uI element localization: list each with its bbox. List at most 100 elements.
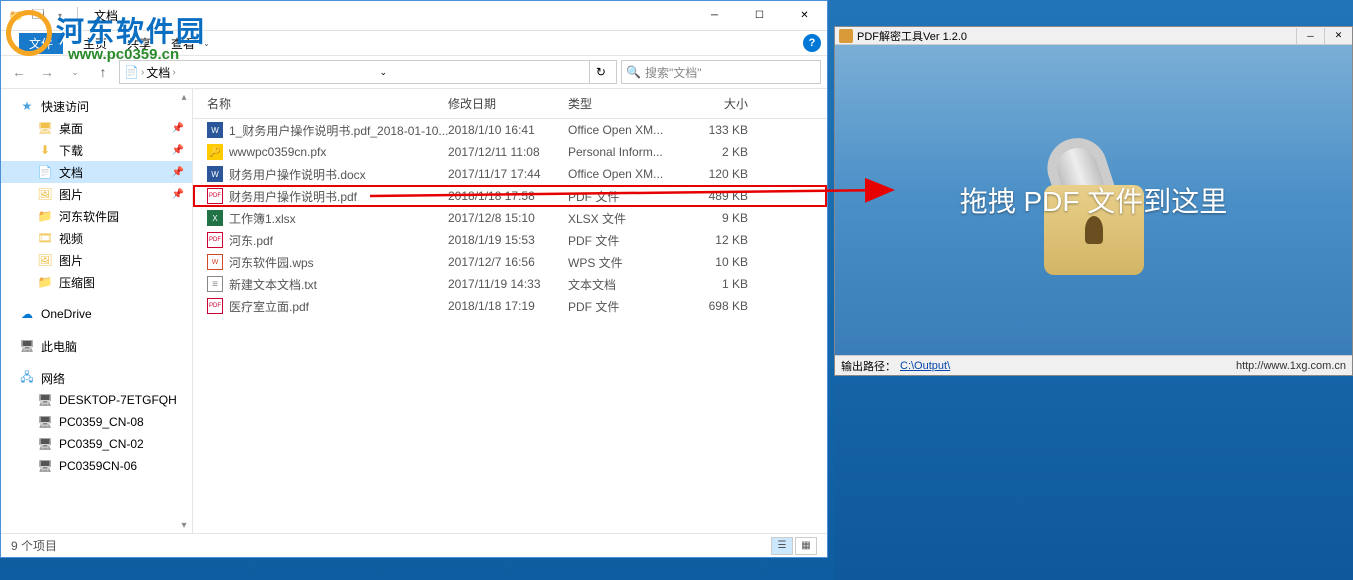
file-icon: W <box>207 254 223 270</box>
view-icons-button[interactable]: ▦ <box>795 537 817 555</box>
cloud-icon: ☁ <box>19 306 35 322</box>
pin-icon: 📌 <box>172 189 184 200</box>
chevron-icon[interactable]: › <box>172 67 175 78</box>
window-title: 文档 <box>94 7 118 24</box>
tab-home[interactable]: 主页 <box>83 35 107 52</box>
titlebar[interactable]: 📁 🗔 ▾ 文档 ─ ☐ ✕ <box>1 1 827 31</box>
tab-share[interactable]: 共享 <box>127 35 151 52</box>
pdf-window-title: PDF解密工具Ver 1.2.0 <box>857 28 967 44</box>
pdf-close-button[interactable]: ✕ <box>1324 28 1352 44</box>
tab-view[interactable]: 查看 <box>171 35 195 52</box>
sidebar-onedrive[interactable]: ☁ OneDrive <box>1 303 192 325</box>
file-icon: PDF <box>207 298 223 314</box>
lock-icon <box>839 29 853 43</box>
sidebar-item[interactable]: 🖼图片 <box>1 249 192 271</box>
file-row[interactable]: ≡新建文本文档.txt2017/11/19 14:33文本文档1 KB <box>193 273 827 295</box>
folder-icon: 🎞 <box>37 230 53 246</box>
breadcrumb[interactable]: 文档 <box>146 64 170 81</box>
pdf-drop-zone[interactable]: 拖拽 PDF 文件到这里 <box>835 45 1352 355</box>
pc-icon: 🖥 <box>19 338 35 354</box>
file-icon: 🔑 <box>207 144 223 160</box>
pc-icon: 🖥 <box>37 392 53 408</box>
col-date[interactable]: 修改日期 <box>448 95 568 112</box>
view-details-button[interactable]: ☰ <box>771 537 793 555</box>
scroll-down-icon[interactable]: ▾ <box>176 517 192 533</box>
pin-icon: 📌 <box>172 167 184 178</box>
folder-icon: 📁 <box>37 274 53 290</box>
file-row[interactable]: W财务用户操作说明书.docx2017/11/17 17:44Office Op… <box>193 163 827 185</box>
ribbon-expand-icon[interactable]: ⌄ <box>203 39 210 48</box>
refresh-icon[interactable]: ↻ <box>589 61 612 83</box>
star-icon: ★ <box>19 98 35 114</box>
sidebar-network[interactable]: 🖧 网络 <box>1 367 192 389</box>
recent-dropdown-icon[interactable]: ⌄ <box>63 60 87 84</box>
folder-icon: 🖼 <box>37 186 53 202</box>
search-input[interactable]: 🔍 搜索"文档" <box>621 60 821 84</box>
folder-icon: 📁 <box>37 208 53 224</box>
search-placeholder: 搜索"文档" <box>645 64 702 81</box>
explorer-window: 📁 🗔 ▾ 文档 ─ ☐ ✕ 文件 主页 共享 查看 ⌄ ? ← → ⌄ ↑ 📄… <box>0 0 828 558</box>
file-row[interactable]: PDF医疗室立面.pdf2018/1/18 17:19PDF 文件698 KB <box>193 295 827 317</box>
address-dropdown-icon[interactable]: ⌄ <box>374 61 394 83</box>
address-row: ← → ⌄ ↑ 📄 › 文档 › ⌄ ↻ 🔍 搜索"文档" <box>1 55 827 89</box>
ribbon-tabs: 文件 主页 共享 查看 ⌄ ? <box>1 31 827 55</box>
scroll-up-icon[interactable]: ▴ <box>176 89 192 105</box>
pc-icon: 🖥 <box>37 458 53 474</box>
forward-button[interactable]: → <box>35 60 59 84</box>
file-icon: PDF <box>207 232 223 248</box>
file-row[interactable]: 🔑wwwpc0359cn.pfx2017/12/11 11:08Personal… <box>193 141 827 163</box>
sidebar-item[interactable]: 📁河东软件园 <box>1 205 192 227</box>
pdf-titlebar[interactable]: PDF解密工具Ver 1.2.0 ─ ✕ <box>835 27 1352 45</box>
sidebar-network-item[interactable]: 🖥PC0359_CN-02 <box>1 433 192 455</box>
maximize-button[interactable]: ☐ <box>737 1 782 29</box>
folder-icon: 📁 <box>7 7 25 25</box>
qat-icon[interactable]: 🗔 <box>29 7 47 25</box>
sidebar-item[interactable]: 🖼图片📌 <box>1 183 192 205</box>
up-button[interactable]: ↑ <box>91 60 115 84</box>
sidebar-item[interactable]: 🎞视频 <box>1 227 192 249</box>
file-row[interactable]: PDF河东.pdf2018/1/19 15:53PDF 文件12 KB <box>193 229 827 251</box>
help-icon[interactable]: ? <box>803 34 821 52</box>
pc-icon: 🖥 <box>37 414 53 430</box>
chevron-icon[interactable]: › <box>141 67 144 78</box>
folder-icon: 📄 <box>37 164 53 180</box>
qat-dropdown-icon[interactable]: ▾ <box>51 7 69 25</box>
sidebar-network-item[interactable]: 🖥PC0359CN-06 <box>1 455 192 477</box>
col-size[interactable]: 大小 <box>688 95 778 112</box>
back-button[interactable]: ← <box>7 60 31 84</box>
sidebar-item[interactable]: 🖥桌面📌 <box>1 117 192 139</box>
address-bar[interactable]: 📄 › 文档 › ⌄ ↻ <box>119 60 617 84</box>
folder-icon: ⬇ <box>37 142 53 158</box>
file-icon: ≡ <box>207 276 223 292</box>
col-name[interactable]: 名称 <box>193 95 448 112</box>
file-row[interactable]: W河东软件园.wps2017/12/7 16:56WPS 文件10 KB <box>193 251 827 273</box>
sidebar-network-item[interactable]: 🖥DESKTOP-7ETGFQH <box>1 389 192 411</box>
minimize-button[interactable]: ─ <box>692 1 737 29</box>
file-icon: W <box>207 122 223 138</box>
site-url: http://www.1xg.com.cn <box>1236 360 1346 372</box>
column-headers: 名称 修改日期 类型 大小 <box>193 89 827 119</box>
close-button[interactable]: ✕ <box>782 1 827 29</box>
folder-icon: 🖼 <box>37 252 53 268</box>
sidebar-thispc[interactable]: 🖥 此电脑 <box>1 335 192 357</box>
output-path-link[interactable]: C:\Output\ <box>900 360 950 372</box>
desktop-background <box>834 382 1353 580</box>
col-type[interactable]: 类型 <box>568 95 688 112</box>
tab-file[interactable]: 文件 <box>19 33 63 54</box>
sidebar-network-item[interactable]: 🖥PC0359_CN-08 <box>1 411 192 433</box>
sidebar-item[interactable]: ⬇下载📌 <box>1 139 192 161</box>
pdf-minimize-button[interactable]: ─ <box>1296 28 1324 44</box>
pdf-tool-window: PDF解密工具Ver 1.2.0 ─ ✕ 拖拽 PDF 文件到这里 输出路径： … <box>834 26 1353 376</box>
sidebar-item[interactable]: 📁压缩图 <box>1 271 192 293</box>
file-row[interactable]: X工作簿1.xlsx2017/12/8 15:10XLSX 文件9 KB <box>193 207 827 229</box>
sidebar: ▴ ★ 快速访问 🖥桌面📌⬇下载📌📄文档📌🖼图片📌📁河东软件园🎞视频🖼图片📁压缩… <box>1 89 193 533</box>
pc-icon: 🖥 <box>37 436 53 452</box>
sidebar-item[interactable]: 📄文档📌 <box>1 161 192 183</box>
sidebar-quick-access[interactable]: ★ 快速访问 <box>1 95 192 117</box>
drop-instruction: 拖拽 PDF 文件到这里 <box>960 180 1228 220</box>
file-icon: W <box>207 166 223 182</box>
file-row[interactable]: PDF财务用户操作说明书.pdf2018/1/18 17:58PDF 文件489… <box>193 185 827 207</box>
file-row[interactable]: W1_财务用户操作说明书.pdf_2018-01-10...2018/1/10 … <box>193 119 827 141</box>
pin-icon: 📌 <box>172 123 184 134</box>
folder-icon: 🖥 <box>37 120 53 136</box>
